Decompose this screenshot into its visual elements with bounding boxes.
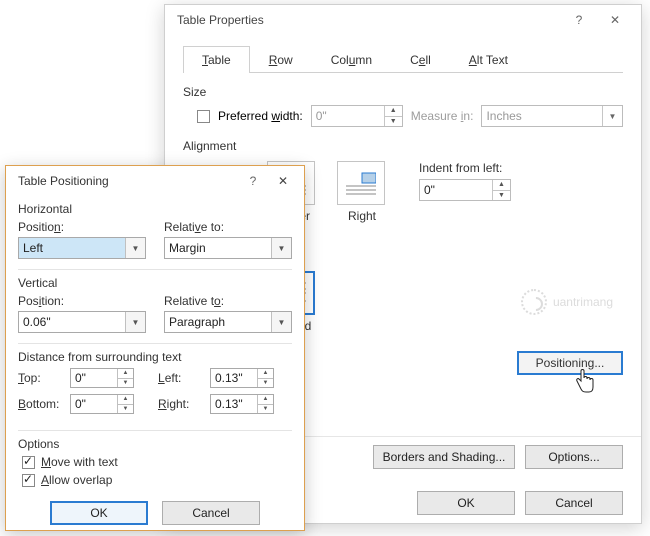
tabs: Table Row Column Cell Alt Text: [183, 45, 623, 73]
preferred-width-input[interactable]: 0" ▲▼: [311, 105, 403, 127]
move-with-text-label: Move with text: [41, 455, 118, 469]
bottom-label: Bottom:: [18, 397, 64, 411]
spin-up-icon: ▲: [385, 106, 402, 117]
left-label: Left:: [158, 371, 204, 385]
table-positioning-dialog: Table Positioning ? ✕ Horizontal Positio…: [5, 165, 305, 531]
gear-icon: [521, 289, 547, 315]
chevron-down-icon: ▼: [125, 238, 145, 258]
align-right-button[interactable]: Right: [337, 161, 387, 223]
v-position-combo[interactable]: 0.06"▼: [18, 311, 146, 333]
measure-in-combo[interactable]: Inches ▼: [481, 105, 623, 127]
indent-block: Indent from left: 0" ▲▼: [419, 161, 511, 201]
chevron-down-icon: ▼: [125, 312, 145, 332]
tab-row[interactable]: Row: [250, 46, 312, 73]
allow-overlap-label: Allow overlap: [41, 473, 112, 487]
cursor-hand-icon: [573, 369, 597, 403]
h-relative-label: Relative to:: [164, 220, 292, 234]
size-group-label: Size: [183, 85, 623, 99]
allow-overlap-checkbox[interactable]: [22, 474, 35, 487]
top-label: Top:: [18, 371, 64, 385]
close-button[interactable]: ✕: [268, 174, 298, 188]
tab-table[interactable]: Table: [183, 46, 250, 73]
h-position-combo[interactable]: Left▼: [18, 237, 146, 259]
top-input[interactable]: 0"▲▼: [70, 368, 134, 388]
size-row: Preferred width: 0" ▲▼ Measure in: Inche…: [197, 105, 623, 127]
v-relative-combo[interactable]: Paragraph▼: [164, 311, 292, 333]
options-button[interactable]: Options...: [525, 445, 623, 469]
move-with-text-checkbox[interactable]: [22, 456, 35, 469]
titlebar: Table Positioning ? ✕: [6, 166, 304, 196]
h-position-label: Position:: [18, 220, 146, 234]
bottom-input[interactable]: 0"▲▼: [70, 394, 134, 414]
close-button[interactable]: ✕: [597, 6, 633, 34]
distance-label: Distance from surrounding text: [18, 350, 292, 364]
indent-input[interactable]: 0" ▲▼: [419, 179, 511, 201]
chevron-down-icon: ▼: [271, 312, 291, 332]
tab-alt-text[interactable]: Alt Text: [450, 46, 527, 73]
spin-down-icon: ▼: [385, 117, 402, 127]
indent-label: Indent from left:: [419, 161, 511, 175]
options-label: Options: [18, 437, 292, 451]
vertical-label: Vertical: [18, 276, 292, 290]
titlebar: Table Properties ? ✕: [165, 5, 641, 35]
preferred-width-label: Preferred width:: [218, 109, 303, 123]
watermark: uantrimang: [521, 289, 613, 315]
ok-button[interactable]: OK: [50, 501, 148, 525]
measure-in-label: Measure in:: [411, 109, 474, 123]
help-button[interactable]: ?: [238, 174, 268, 188]
h-relative-combo[interactable]: Margin▼: [164, 237, 292, 259]
dialog-title: Table Properties: [177, 13, 264, 27]
dialog-title: Table Positioning: [18, 174, 109, 188]
ok-button[interactable]: OK: [417, 491, 515, 515]
horizontal-label: Horizontal: [18, 202, 292, 216]
right-input[interactable]: 0.13"▲▼: [210, 394, 274, 414]
chevron-down-icon: ▼: [271, 238, 291, 258]
preferred-width-checkbox[interactable]: [197, 110, 210, 123]
tab-column[interactable]: Column: [312, 46, 391, 73]
help-button[interactable]: ?: [561, 6, 597, 34]
tab-cell[interactable]: Cell: [391, 46, 450, 73]
left-input[interactable]: 0.13"▲▼: [210, 368, 274, 388]
v-relative-label: Relative to:: [164, 294, 292, 308]
v-position-label: Position:: [18, 294, 146, 308]
positioning-button[interactable]: Positioning...: [517, 351, 623, 375]
alignment-group-label: Alignment: [183, 139, 623, 153]
cancel-button[interactable]: Cancel: [162, 501, 260, 525]
chevron-down-icon: ▼: [602, 106, 622, 126]
borders-shading-button[interactable]: Borders and Shading...: [373, 445, 515, 469]
cancel-button[interactable]: Cancel: [525, 491, 623, 515]
right-label: Right:: [158, 397, 204, 411]
